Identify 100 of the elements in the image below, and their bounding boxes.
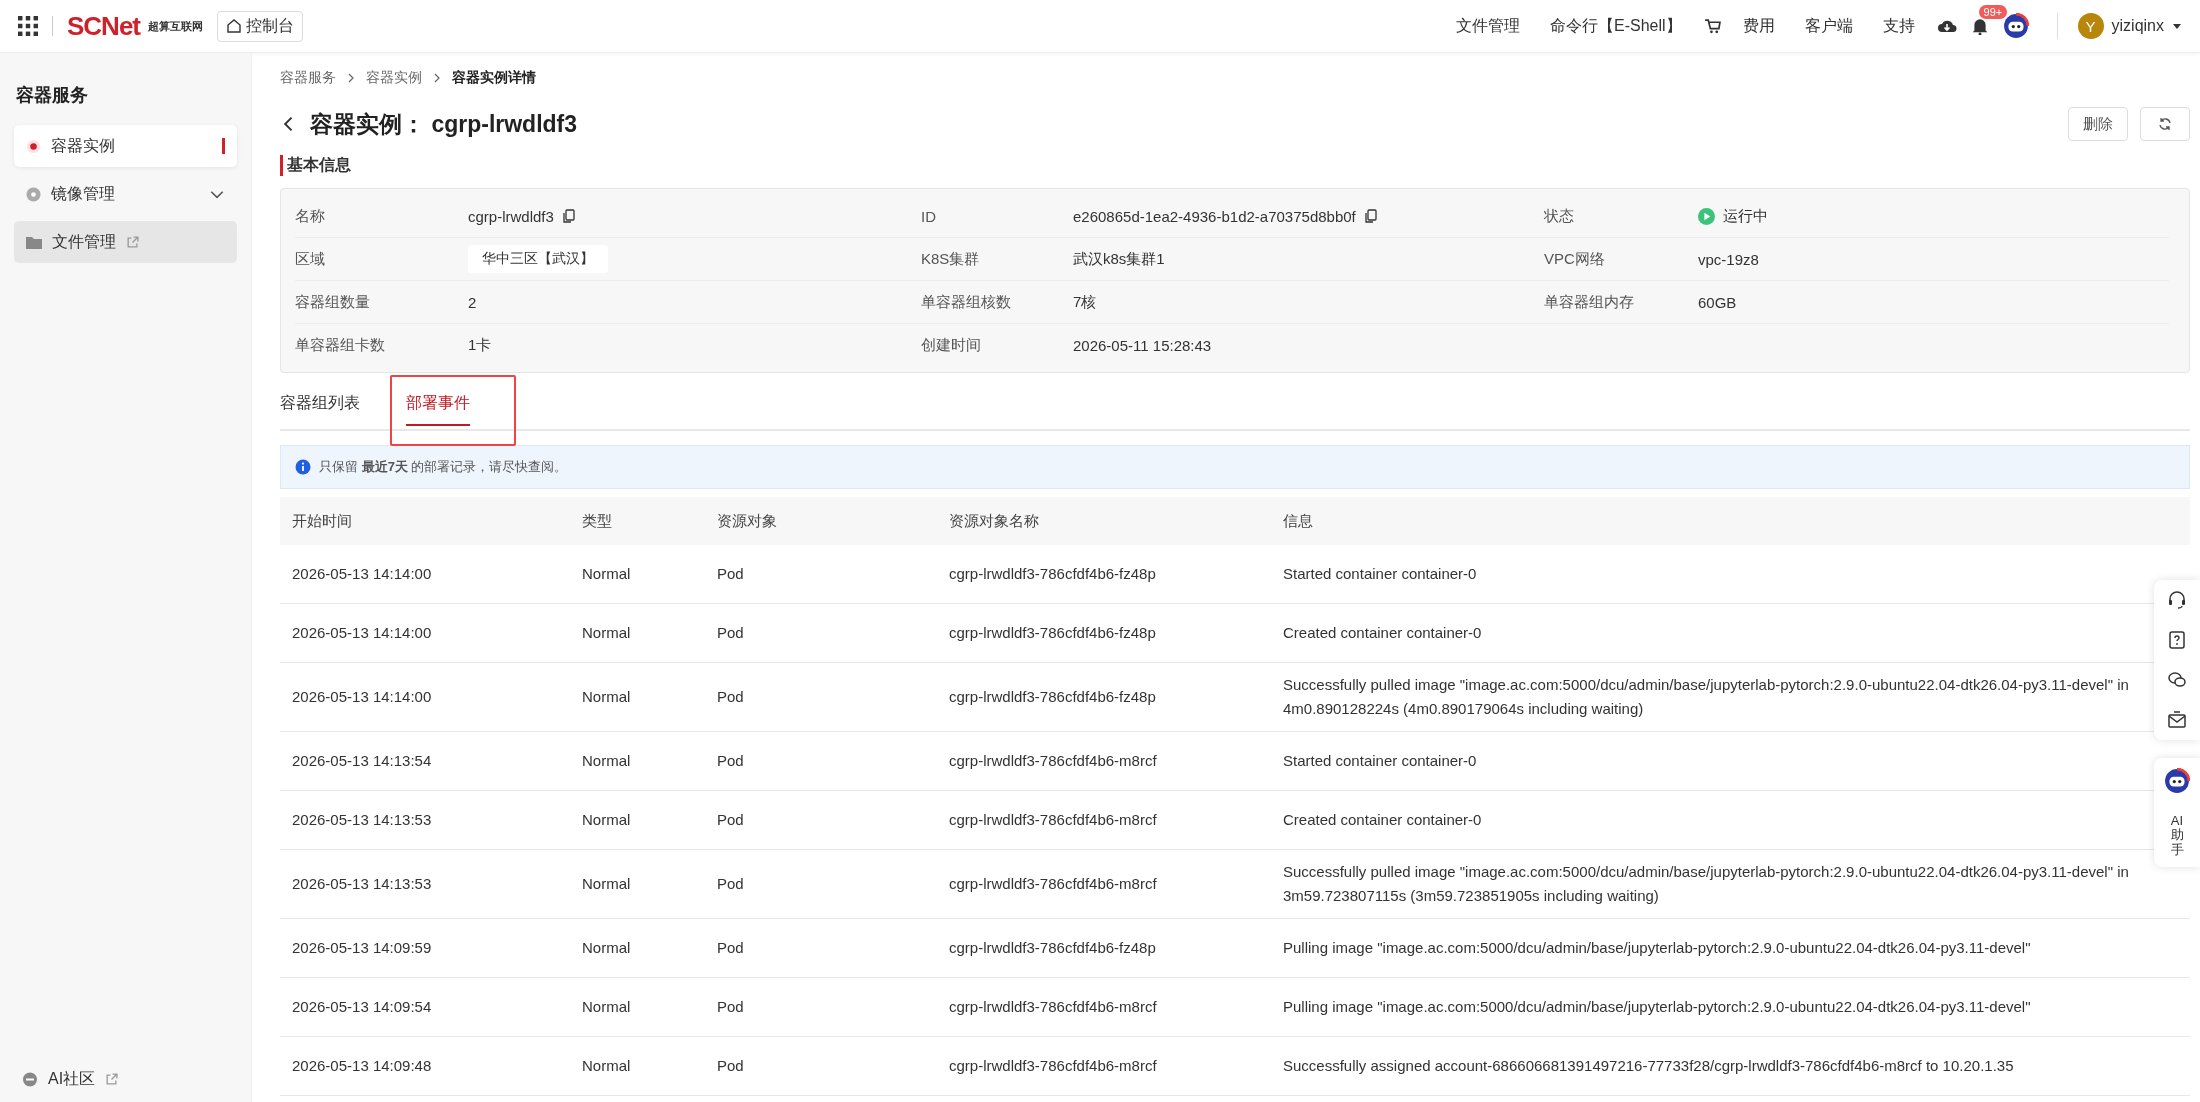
field-value: 2026-05-11 15:28:43: [1073, 336, 1212, 354]
table-cell: Pod: [705, 849, 937, 919]
field-label: 单容器组核数: [921, 292, 1011, 312]
table-cell: Pod: [705, 731, 937, 791]
external-link-icon: [126, 235, 139, 249]
table-cell: cgrp-lrwdldf3-786cfdf4b6-fz48p: [937, 918, 1271, 978]
table-cell: 2026-05-13 14:14:00: [280, 603, 570, 663]
breadcrumb-item[interactable]: 容器实例: [366, 69, 422, 87]
breadcrumb-item[interactable]: 容器服务: [280, 69, 336, 87]
table-cell: Pod: [705, 790, 937, 850]
folder-icon: [26, 234, 42, 250]
field-label: 状态: [1544, 206, 1574, 226]
field-label: 单容器组内存: [1544, 292, 1634, 312]
tab[interactable]: 部署事件: [406, 389, 470, 426]
status-value: 运行中: [1723, 206, 1768, 226]
caret-icon[interactable]: [2172, 21, 2182, 31]
headset-icon[interactable]: [2167, 590, 2187, 610]
running-status-icon: [1698, 207, 1715, 225]
notification-badge: 99+: [1978, 5, 2008, 19]
robot-icon[interactable]: [2164, 768, 2190, 794]
assistant-robot-icon[interactable]: [2002, 13, 2029, 39]
table-cell: 2026-05-13 14:13:53: [280, 790, 570, 850]
table-cell: Normal: [570, 662, 705, 732]
column-header: 资源对象: [705, 497, 937, 545]
refresh-icon: [2158, 117, 2172, 131]
apps-grid-icon[interactable]: [18, 16, 38, 36]
chat-icon[interactable]: [2167, 670, 2187, 690]
table-cell: Pulling image "image.ac.com:5000/dcu/admin/base/jupyterlab-pytorch:2.9.0-ubuntu22.04-dtk26.04-py3.11-devel": [1271, 918, 2190, 978]
table-cell: 2026-05-13 14:09:48: [280, 1036, 570, 1096]
table-cell: Pod: [705, 918, 937, 978]
field-label: 容器组数量: [295, 292, 370, 312]
sidebar-item-label: 镜像管理: [51, 183, 115, 204]
table-cell: cgrp-lrwdldf3-786cfdf4b6-m8rcf: [937, 977, 1271, 1037]
column-header: 类型: [570, 497, 705, 545]
assistant-label: AI助手: [2170, 814, 2184, 857]
table-cell: cgrp-lrwdldf3-786cfdf4b6-m8rcf: [937, 731, 1271, 791]
top-nav-link[interactable]: 命令行【E-Shell】: [1541, 15, 1690, 37]
top-nav-link[interactable]: 支持: [1874, 15, 1923, 37]
table-cell: cgrp-lrwdldf3-786cfdf4b6-fz48p: [937, 662, 1271, 732]
field-value: 7核: [1073, 292, 1097, 312]
table-cell: 2026-05-13 14:09:59: [280, 918, 570, 978]
field-label: K8S集群: [921, 249, 980, 269]
sidebar-item[interactable]: 文件管理: [14, 221, 237, 263]
info-icon: [295, 459, 311, 475]
field-label: 创建时间: [921, 335, 981, 355]
table-cell: Normal: [570, 545, 705, 604]
table-cell: Pulling image "image.ac.com:5000/dcu/admin/base/jupyterlab-pytorch:2.9.0-ubuntu22.04-dtk26.04-py3.11-devel": [1271, 977, 2190, 1037]
field-label: ID: [921, 207, 936, 225]
table-cell: 2026-05-13 14:09:54: [280, 977, 570, 1037]
table-cell: Pod: [705, 662, 937, 732]
region-tag: 华中三区【武汉】: [468, 245, 608, 273]
console-button[interactable]: 控制台: [217, 10, 303, 42]
top-nav-link[interactable]: 客户端: [1796, 15, 1861, 37]
field-value: 武汉k8s集群1: [1073, 249, 1165, 269]
table-cell: 2026-05-13 14:13:53: [280, 849, 570, 919]
table-cell: Pod: [705, 545, 937, 604]
field-label: 名称: [295, 206, 325, 226]
column-header: 资源对象名称: [937, 497, 1271, 545]
username[interactable]: yiziqinx: [2111, 17, 2164, 35]
sidebar-item[interactable]: 镜像管理: [14, 173, 237, 215]
scnet-logo[interactable]: SCNet: [67, 10, 140, 42]
assistant-panel[interactable]: AI助手: [2154, 758, 2200, 867]
table-cell: cgrp-lrwdldf3-786cfdf4b6-m8rcf: [937, 790, 1271, 850]
notice-text: 只保留 最近7天 的部署记录，请尽快查阅。: [319, 458, 568, 476]
top-nav-link[interactable]: 费用: [1734, 15, 1783, 37]
chevron-right-icon: [346, 73, 356, 83]
field-value: 1卡: [468, 335, 492, 355]
field-value: e260865d-1ea2-4936-b1d2-a70375d8bb0f: [1073, 207, 1356, 225]
table-cell: 2026-05-13 14:14:00: [280, 662, 570, 732]
cart-icon[interactable]: [1703, 17, 1721, 35]
table-cell: Normal: [570, 731, 705, 791]
table-cell: 2026-05-13 14:13:54: [280, 731, 570, 791]
table-cell: Normal: [570, 790, 705, 850]
refresh-button[interactable]: [2140, 107, 2190, 141]
breadcrumb-item: 容器实例详情: [452, 69, 536, 87]
delete-button[interactable]: 删除: [2068, 107, 2128, 141]
table-cell: Pod: [705, 977, 937, 1037]
home-icon: [226, 18, 242, 34]
community-link[interactable]: AI社区: [48, 1069, 96, 1090]
sidebar-item[interactable]: 容器实例: [14, 125, 237, 167]
mail-icon[interactable]: [2167, 710, 2187, 730]
column-header: 开始时间: [280, 497, 570, 545]
help-icon[interactable]: [2167, 630, 2187, 650]
bell-icon[interactable]: [1970, 17, 1989, 35]
tab[interactable]: 容器组列表: [280, 389, 360, 424]
field-value: 60GB: [1698, 293, 1737, 311]
section-heading: 基本信息: [280, 155, 2190, 176]
table-cell: 2026-05-13 14:14:00: [280, 545, 570, 604]
table-cell: Pod: [705, 1036, 937, 1096]
table-cell: Normal: [570, 603, 705, 663]
table-cell: cgrp-lrwdldf3-786cfdf4b6-m8rcf: [937, 849, 1271, 919]
field-label: 单容器组卡数: [295, 335, 385, 355]
copy-icon[interactable]: [1363, 209, 1378, 223]
table-cell: Pod: [705, 603, 937, 663]
external-link-icon: [105, 1073, 119, 1086]
top-nav-link[interactable]: 文件管理: [1447, 15, 1528, 37]
sidebar-title: 容器服务: [16, 84, 89, 107]
table-cell: cgrp-lrwdldf3-786cfdf4b6-fz48p: [937, 545, 1271, 604]
copy-icon[interactable]: [561, 209, 576, 223]
logo-subtitle: 超算互联网: [148, 18, 203, 34]
